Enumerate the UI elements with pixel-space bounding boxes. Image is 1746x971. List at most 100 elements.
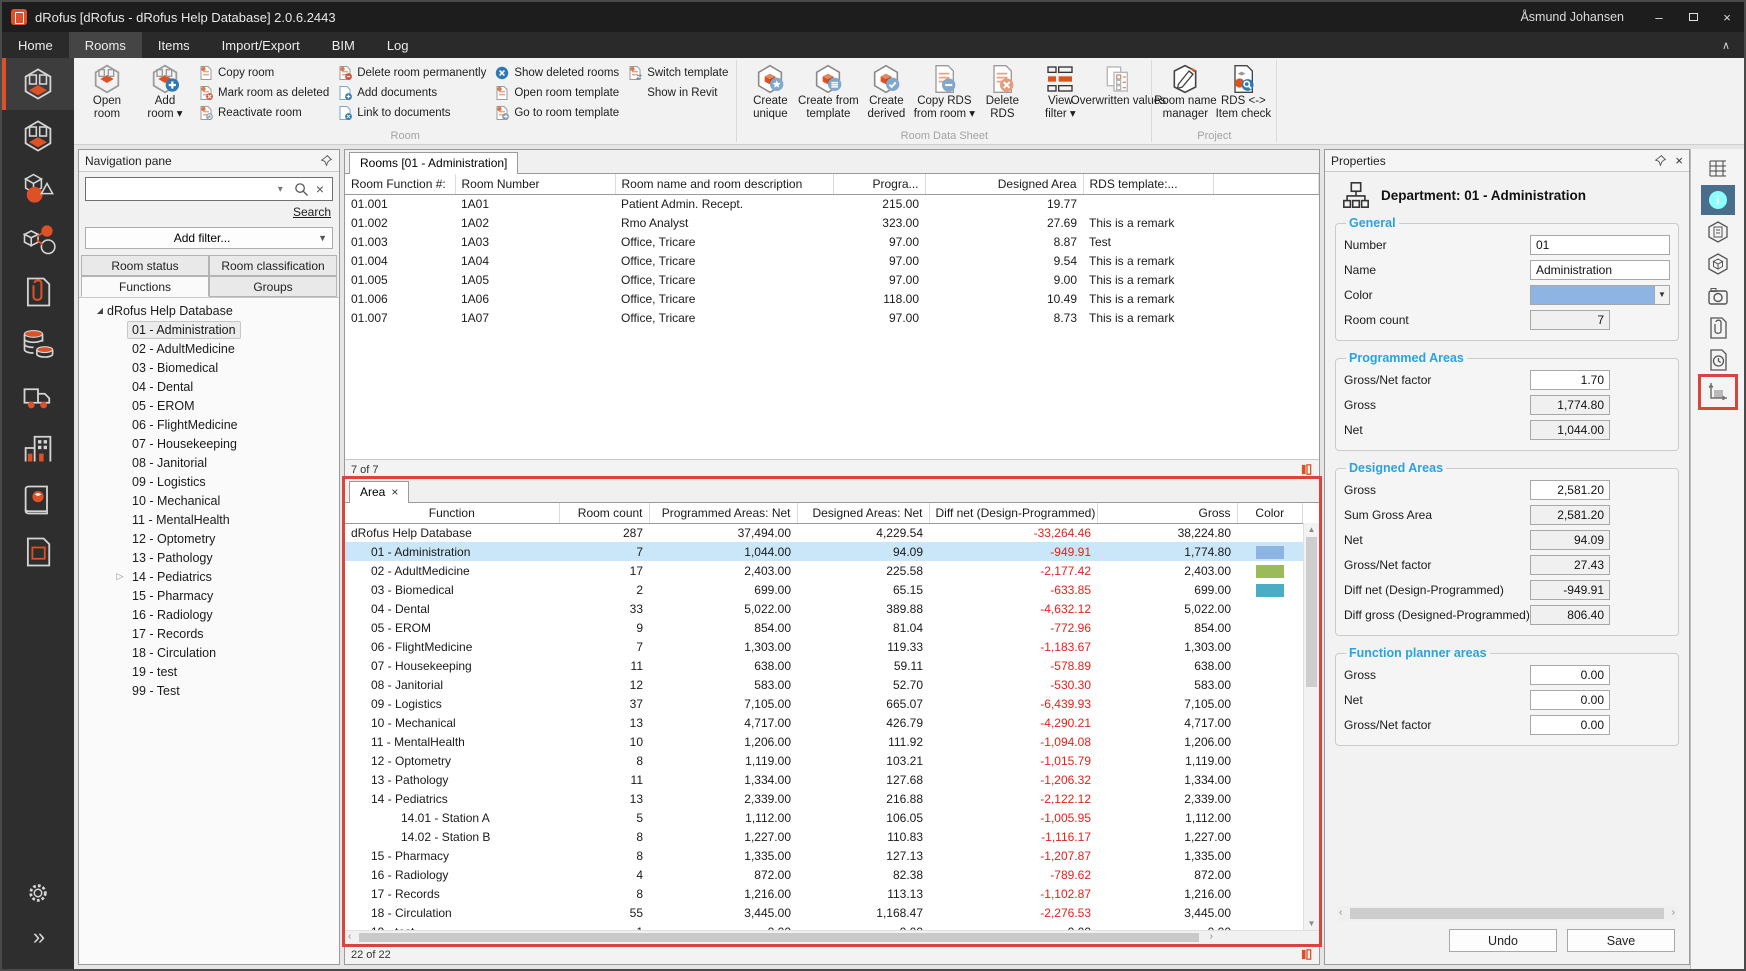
ribbon-large-button[interactable]: Create from template (799, 61, 857, 123)
ribbon-small-button[interactable]: Open room template (494, 83, 619, 103)
search-dropdown-icon[interactable]: ▾ (272, 184, 289, 195)
ribbon-large-button[interactable]: Open room (78, 61, 136, 123)
close-button[interactable]: × (1710, 2, 1744, 32)
room-row[interactable]: 01.007 1A07 Office, Tricare 97.00 8.73 T… (345, 308, 1319, 327)
pin-icon[interactable] (1654, 154, 1667, 167)
room-row[interactable]: 01.003 1A03 Office, Tricare 97.00 8.87 T… (345, 232, 1319, 251)
tree-item[interactable]: 16 - Radiology (79, 605, 339, 624)
tree-item[interactable]: 04 - Dental (79, 377, 339, 396)
search-input[interactable] (86, 178, 272, 200)
scroll-down-icon[interactable]: ▼ (1304, 919, 1319, 928)
column-header[interactable]: Room Number (455, 174, 615, 194)
area-row[interactable]: 04 - Dental 33 5,022.00 389.88 -4,632.12… (345, 599, 1303, 618)
area-row[interactable]: 06 - FlightMedicine 7 1,303.00 119.33 -1… (345, 637, 1303, 656)
close-panel-icon[interactable]: × (1675, 153, 1683, 168)
column-options-icon[interactable] (1300, 463, 1313, 476)
settings-button[interactable] (2, 871, 74, 915)
designed-area-field[interactable]: 94.09 (1530, 530, 1610, 550)
designed-area-field[interactable]: 806.40 (1530, 605, 1610, 625)
scroll-right-icon[interactable]: › (1210, 931, 1213, 942)
tree-item[interactable]: 02 - AdultMedicine (79, 339, 339, 358)
area-row[interactable]: 16 - Radiology 4 872.00 82.38 -789.62 87… (345, 865, 1303, 884)
tree-item[interactable]: 08 - Janitorial (79, 453, 339, 472)
column-header[interactable]: Gross (1097, 503, 1237, 523)
column-header[interactable]: Progra... (833, 174, 925, 194)
area-row[interactable]: 12 - Optometry 8 1,119.00 103.21 -1,015.… (345, 751, 1303, 770)
tree-item[interactable]: 18 - Circulation (79, 643, 339, 662)
tree-expand-icon[interactable]: ▷ (113, 571, 127, 582)
room-row[interactable]: 01.006 1A06 Office, Tricare 118.00 10.49… (345, 289, 1319, 308)
tool-strip-button[interactable] (1701, 281, 1735, 311)
ribbon-large-button[interactable]: Create unique (741, 61, 799, 123)
designed-area-field[interactable]: 2,581.20 (1530, 480, 1610, 500)
area-row[interactable]: 14.02 - Station B 8 1,227.00 110.83 -1,1… (345, 827, 1303, 846)
column-header[interactable]: Room Function #: (345, 174, 455, 194)
sidebar-module-button[interactable] (2, 370, 74, 422)
column-header[interactable]: RDS template:... (1083, 174, 1213, 194)
pin-icon[interactable] (320, 154, 333, 167)
menu-tab[interactable]: Home (2, 32, 69, 58)
column-options-icon[interactable] (1300, 948, 1313, 961)
ribbon-small-button[interactable]: Link to documents (337, 103, 486, 123)
tree-item[interactable]: 11 - MentalHealth (79, 510, 339, 529)
tree-item[interactable]: 13 - Pathology (79, 548, 339, 567)
designed-area-field[interactable]: 27.43 (1530, 555, 1610, 575)
sidebar-module-button[interactable] (2, 162, 74, 214)
add-filter-button[interactable]: Add filter... ▼ (85, 227, 333, 249)
room-row[interactable]: 01.004 1A04 Office, Tricare 97.00 9.54 T… (345, 251, 1319, 270)
properties-horizontal-scrollbar[interactable]: ‹ › (1337, 906, 1677, 921)
scroll-up-icon[interactable]: ▲ (1304, 525, 1319, 534)
ribbon-large-button[interactable]: View filter ▾ (1031, 61, 1089, 123)
maximize-button[interactable] (1676, 2, 1710, 32)
tool-strip-button[interactable] (1701, 313, 1735, 343)
ribbon-small-button[interactable]: Go to room template (494, 103, 619, 123)
ribbon-small-button[interactable]: Delete room permanently (337, 63, 486, 83)
sidebar-module-button[interactable] (2, 214, 74, 266)
area-row[interactable]: 05 - EROM 9 854.00 81.04 -772.96 854.00 (345, 618, 1303, 637)
area-row[interactable]: 03 - Biomedical 2 699.00 65.15 -633.85 6… (345, 580, 1303, 599)
navigation-tab[interactable]: Room classification (209, 255, 337, 276)
sidebar-module-button[interactable] (2, 526, 74, 578)
tree-expand-icon[interactable]: ◢ (93, 306, 107, 315)
area-row[interactable]: 08 - Janitorial 12 583.00 52.70 -530.30 … (345, 675, 1303, 694)
programmed-area-field[interactable]: 1,774.80 (1530, 395, 1610, 415)
search-icon[interactable] (294, 182, 309, 197)
ribbon-large-button[interactable]: Overwritten values (1089, 61, 1147, 110)
menu-tab[interactable]: Items (142, 32, 206, 58)
ribbon-small-button[interactable]: Show deleted rooms (494, 63, 619, 83)
sidebar-module-button[interactable] (2, 266, 74, 318)
planner-area-field[interactable]: 0.00 (1530, 690, 1610, 710)
close-tab-icon[interactable]: × (391, 487, 398, 497)
ribbon-large-button[interactable]: Room name manager (1156, 61, 1214, 123)
ribbon-small-button[interactable]: Reactivate room (198, 103, 329, 123)
area-row[interactable]: 14.01 - Station A 5 1,112.00 106.05 -1,0… (345, 808, 1303, 827)
color-picker[interactable]: ▼ (1530, 285, 1670, 305)
area-row[interactable]: 18 - Circulation 55 3,445.00 1,168.47 -2… (345, 903, 1303, 922)
menu-tab[interactable]: BIM (316, 32, 371, 58)
tree-item[interactable]: 17 - Records (79, 624, 339, 643)
column-header[interactable]: Diff net (Design-Programmed) (929, 503, 1097, 523)
tree-item[interactable]: 12 - Optometry (79, 529, 339, 548)
collapse-ribbon-icon[interactable]: ∧ (1708, 32, 1744, 58)
ribbon-large-button[interactable]: Add room ▾ (136, 61, 194, 123)
area-row[interactable]: 14 - Pediatrics 13 2,339.00 216.88 -2,12… (345, 789, 1303, 808)
ribbon-small-button[interactable]: Switch template (627, 63, 728, 83)
column-header[interactable]: Function (345, 503, 559, 523)
save-button[interactable]: Save (1567, 929, 1675, 952)
ribbon-large-button[interactable]: Copy RDS from room ▾ (915, 61, 973, 123)
sidebar-module-button[interactable] (2, 422, 74, 474)
area-row[interactable]: 02 - AdultMedicine 17 2,403.00 225.58 -2… (345, 561, 1303, 580)
area-row[interactable]: 09 - Logistics 37 7,105.00 665.07 -6,439… (345, 694, 1303, 713)
navigation-tab[interactable]: Room status (81, 255, 209, 276)
area-row[interactable]: 19 - test 1 0.00 0.00 0.00 0.00 (345, 922, 1303, 930)
navigation-tab[interactable]: Groups (209, 276, 337, 297)
ribbon-small-button[interactable]: Copy room (198, 63, 329, 83)
tree-item[interactable]: 07 - Housekeeping (79, 434, 339, 453)
sidebar-module-button[interactable] (2, 318, 74, 370)
tree-item[interactable]: 19 - test (79, 662, 339, 681)
area-row[interactable]: 13 - Pathology 11 1,334.00 127.68 -1,206… (345, 770, 1303, 789)
room-row[interactable]: 01.005 1A05 Office, Tricare 97.00 9.00 T… (345, 270, 1319, 289)
area-row[interactable]: 11 - MentalHealth 10 1,206.00 111.92 -1,… (345, 732, 1303, 751)
tree-item[interactable]: 09 - Logistics (79, 472, 339, 491)
navigation-tab[interactable]: Functions (81, 276, 209, 297)
